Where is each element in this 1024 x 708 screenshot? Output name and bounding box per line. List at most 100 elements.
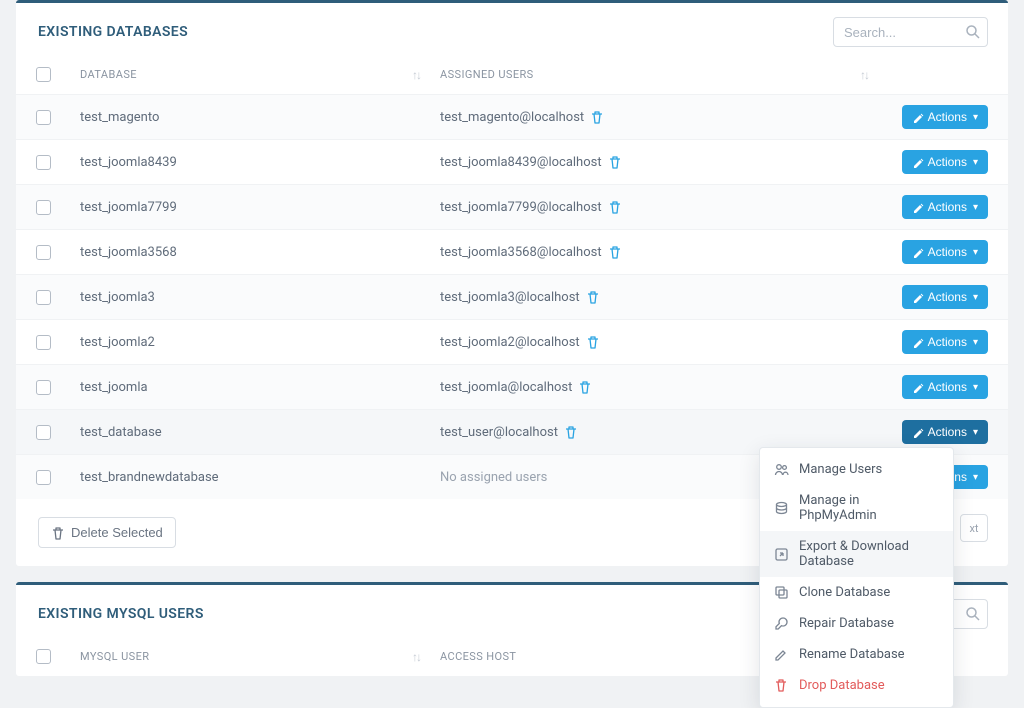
remove-user-icon[interactable] xyxy=(608,155,622,169)
delete-selected-label: Delete Selected xyxy=(71,525,163,540)
dropdown-item-label: Rename Database xyxy=(799,647,905,662)
dropdown-item-label: Drop Database xyxy=(799,678,885,693)
remove-user-icon[interactable] xyxy=(608,200,622,214)
actions-label: Actions xyxy=(928,110,967,124)
edit-icon xyxy=(912,381,924,393)
actions-button[interactable]: Actions▾ xyxy=(902,375,988,399)
column-mysql-user[interactable]: MYSQL USER xyxy=(80,650,149,663)
column-database[interactable]: DATABASE xyxy=(80,68,137,81)
row-checkbox[interactable] xyxy=(36,380,51,395)
table-row: test_magentotest_magento@localhostAction… xyxy=(16,94,1008,139)
database-name: test_brandnewdatabase xyxy=(80,470,219,485)
trash-icon xyxy=(774,678,789,693)
dropdown-item-clone[interactable]: Clone Database xyxy=(760,577,953,608)
dropdown-item-label: Export & Download Database xyxy=(799,539,939,569)
dropdown-item-trash[interactable]: Drop Database xyxy=(760,670,953,701)
sort-icon[interactable]: ↑↓ xyxy=(860,68,868,82)
users-icon xyxy=(774,462,789,477)
assigned-user: test_joomla8439@localhost xyxy=(440,155,602,170)
edit-icon xyxy=(912,291,924,303)
actions-label: Actions xyxy=(928,335,967,349)
edit-icon xyxy=(912,111,924,123)
row-checkbox[interactable] xyxy=(36,200,51,215)
database-name: test_joomla xyxy=(80,380,148,395)
assigned-user: test_magento@localhost xyxy=(440,110,584,125)
remove-user-icon[interactable] xyxy=(608,245,622,259)
remove-user-icon[interactable] xyxy=(564,425,578,439)
actions-label: Actions xyxy=(928,155,967,169)
assigned-user: test_joomla2@localhost xyxy=(440,335,580,350)
database-name: test_joomla7799 xyxy=(80,200,177,215)
search-input[interactable] xyxy=(833,17,988,47)
actions-button[interactable]: Actions ▾ xyxy=(902,150,988,174)
assigned-user: test_joomla@localhost xyxy=(440,380,572,395)
chevron-down-icon: ▾ xyxy=(973,427,978,438)
actions-button[interactable]: Actions▾ xyxy=(902,105,988,129)
edit-icon xyxy=(912,201,924,213)
row-checkbox[interactable] xyxy=(36,425,51,440)
actions-button[interactable]: Actions ▾ xyxy=(902,330,988,354)
remove-user-icon[interactable] xyxy=(586,290,600,304)
column-access-host[interactable]: ACCESS HOST xyxy=(440,650,516,663)
table-header: DATABASE ↑↓ ASSIGNED USERS ↑↓ xyxy=(16,57,1008,94)
assigned-user: test_joomla7799@localhost xyxy=(440,200,602,215)
remove-user-icon[interactable] xyxy=(578,380,592,394)
table-row: test_joomla7799 test_joomla7799@localhost… xyxy=(16,184,1008,229)
export-icon xyxy=(774,547,789,562)
row-checkbox[interactable] xyxy=(36,290,51,305)
dropdown-item-label: Manage in PhpMyAdmin xyxy=(799,493,939,523)
database-name: test_joomla3568 xyxy=(80,245,177,260)
table-row: test_joomla8439 test_joomla8439@localhost… xyxy=(16,139,1008,184)
row-checkbox[interactable] xyxy=(36,155,51,170)
next-button[interactable]: xt xyxy=(960,514,988,542)
row-checkbox[interactable] xyxy=(36,470,51,485)
chevron-down-icon: ▾ xyxy=(973,157,978,168)
actions-label: Actions xyxy=(928,245,967,259)
row-checkbox[interactable] xyxy=(36,110,51,125)
edit-icon xyxy=(912,426,924,438)
actions-label: Actions xyxy=(928,200,967,214)
row-checkbox[interactable] xyxy=(36,245,51,260)
actions-button[interactable]: Actions ▾ xyxy=(902,195,988,219)
remove-user-icon[interactable] xyxy=(586,335,600,349)
select-all-checkbox[interactable] xyxy=(36,67,51,82)
actions-label: Actions xyxy=(928,425,967,439)
actions-button[interactable]: Actions ▾ xyxy=(902,420,988,444)
edit-icon xyxy=(912,246,924,258)
sort-icon[interactable]: ↑↓ xyxy=(412,650,420,664)
dropdown-item-database[interactable]: Manage in PhpMyAdmin xyxy=(760,485,953,531)
dropdown-item-export[interactable]: Export & Download Database xyxy=(760,531,953,577)
row-checkbox[interactable] xyxy=(36,335,51,350)
dropdown-item-wrench[interactable]: Repair Database xyxy=(760,608,953,639)
chevron-down-icon: ▾ xyxy=(973,247,978,258)
existing-databases-panel: EXISTING DATABASES DATABASE ↑↓ ASSIGNED … xyxy=(16,0,1008,566)
dropdown-item-pencil[interactable]: Rename Database xyxy=(760,639,953,670)
database-name: test_joomla8439 xyxy=(80,155,177,170)
panel-title: EXISTING DATABASES xyxy=(38,24,188,40)
table-row: test_joomla3test_joomla3@localhostAction… xyxy=(16,274,1008,319)
panel-title: EXISTING MYSQL USERS xyxy=(38,606,204,622)
chevron-down-icon: ▾ xyxy=(973,382,978,393)
clone-icon xyxy=(774,585,789,600)
sort-icon[interactable]: ↑↓ xyxy=(412,68,420,82)
wrench-icon xyxy=(774,616,789,631)
database-name: test_database xyxy=(80,425,162,440)
chevron-down-icon: ▾ xyxy=(973,472,978,483)
actions-button[interactable]: Actions ▾ xyxy=(902,240,988,264)
delete-selected-button[interactable]: Delete Selected xyxy=(38,517,176,548)
actions-button[interactable]: Actions ▾ xyxy=(902,285,988,309)
dropdown-item-label: Repair Database xyxy=(799,616,894,631)
select-all-checkbox[interactable] xyxy=(36,649,51,664)
database-icon xyxy=(774,501,789,516)
actions-dropdown: Manage Users Manage in PhpMyAdmin Export &… xyxy=(759,447,954,708)
remove-user-icon[interactable] xyxy=(590,110,604,124)
dropdown-item-users[interactable]: Manage Users xyxy=(760,454,953,485)
actions-label: Actions xyxy=(928,290,967,304)
edit-icon xyxy=(912,156,924,168)
chevron-down-icon: ▾ xyxy=(973,292,978,303)
column-assigned-users[interactable]: ASSIGNED USERS xyxy=(440,68,534,81)
edit-icon xyxy=(912,336,924,348)
database-name: test_joomla2 xyxy=(80,335,155,350)
chevron-down-icon: ▾ xyxy=(973,202,978,213)
chevron-down-icon: ▾ xyxy=(973,337,978,348)
